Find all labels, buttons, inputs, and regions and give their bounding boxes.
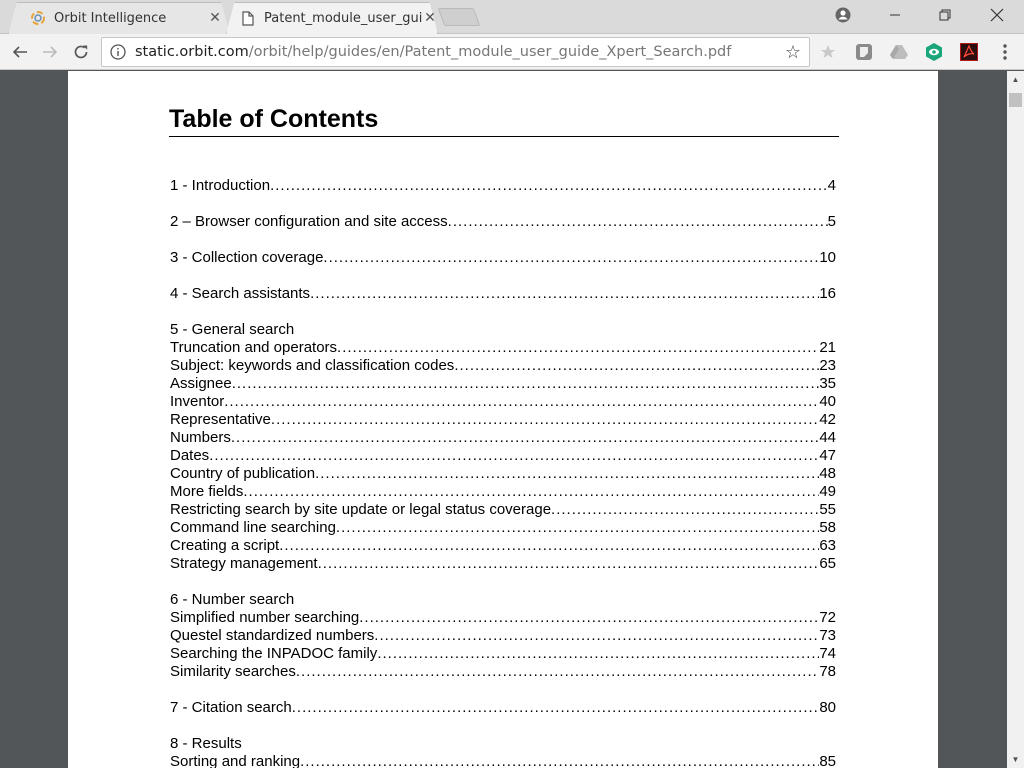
toc-entry[interactable]: Dates47 <box>170 447 836 465</box>
google-drive-icon[interactable] <box>889 42 909 62</box>
address-bar[interactable]: static.orbit.com/orbit/help/guides/en/Pa… <box>101 37 810 67</box>
bookmark-manager-star-icon[interactable] <box>818 42 838 62</box>
browser-menu-icon[interactable] <box>995 42 1015 62</box>
document-icon <box>240 10 256 26</box>
toc-entry[interactable]: Assignee 35 <box>170 375 836 393</box>
toc-title: Table of Contents <box>169 104 839 137</box>
scroll-down-arrow-icon[interactable]: ▼ <box>1007 751 1024 768</box>
toc-entry[interactable]: Numbers44 <box>170 429 836 447</box>
tab-close-icon[interactable]: ✕ <box>207 10 223 26</box>
browser-toolbar: static.orbit.com/orbit/help/guides/en/Pa… <box>0 34 1024 70</box>
eye-extension-icon[interactable] <box>924 42 944 62</box>
toc-entry[interactable]: Creating a script 63 <box>170 537 836 555</box>
orbit-favicon-icon <box>30 10 46 26</box>
profile-icon[interactable] <box>820 0 866 30</box>
back-button[interactable] <box>6 38 34 66</box>
toc-section-heading: 8 - Results <box>170 735 242 752</box>
tab-title: Patent_module_user_guic <box>264 10 422 26</box>
vertical-scrollbar[interactable]: ▲ ▼ <box>1007 71 1024 768</box>
bookmark-star-icon[interactable]: ☆ <box>783 42 803 63</box>
toc-entry[interactable]: 4 - Search assistants16 <box>170 285 836 303</box>
toc-entry[interactable]: Similarity searches78 <box>170 663 836 681</box>
toc-entry[interactable]: 2 – Browser configuration and site acces… <box>170 213 836 231</box>
toc-entry[interactable]: 7 - Citation search 80 <box>170 699 836 717</box>
toc-entry[interactable]: Strategy management 65 <box>170 555 836 573</box>
toc-entry[interactable]: More fields 49 <box>170 483 836 501</box>
toc-entry[interactable]: Searching the INPADOC family74 <box>170 645 836 663</box>
toc-section-heading: 6 - Number search <box>170 591 295 608</box>
extension-gray-icon[interactable] <box>854 42 874 62</box>
tab-close-icon[interactable]: ✕ <box>422 10 438 26</box>
toc-entry[interactable]: Inventor 40 <box>170 393 836 411</box>
url-path: /orbit/help/guides/en/Patent_module_user… <box>248 44 732 60</box>
pdf-page: Table of Contents 1 - Introduction 4 2 –… <box>68 71 938 768</box>
restore-icon[interactable] <box>922 0 968 30</box>
toc-entry[interactable]: Sorting and ranking85 <box>170 753 836 768</box>
forward-button[interactable] <box>36 38 64 66</box>
toc-entry[interactable]: Representative 42 <box>170 411 836 429</box>
close-window-icon[interactable] <box>974 0 1020 30</box>
toc-section-heading: 5 - General search <box>170 321 295 338</box>
toc-entry[interactable]: Truncation and operators 21 <box>170 339 836 357</box>
toc-entry[interactable]: 1 - Introduction 4 <box>170 177 836 195</box>
tab-orbit-intelligence[interactable]: Orbit Intelligence ✕ <box>8 2 230 34</box>
minimize-icon[interactable] <box>872 0 918 30</box>
toc-entry[interactable]: 3 - Collection coverage 10 <box>170 249 836 267</box>
toc-entry[interactable]: Command line searching 58 <box>170 519 836 537</box>
scroll-up-arrow-icon[interactable]: ▲ <box>1007 71 1024 88</box>
tab-patent-guide[interactable]: Patent_module_user_guic ✕ <box>226 2 438 34</box>
tab-strip: Orbit Intelligence ✕ Patent_module_user_… <box>0 0 1024 34</box>
acrobat-icon[interactable] <box>959 42 979 62</box>
info-icon[interactable] <box>109 43 127 61</box>
new-tab-button[interactable] <box>437 8 481 26</box>
toc-entry[interactable]: Subject: keywords and classification cod… <box>170 357 836 375</box>
toc-entry[interactable]: Questel standardized numbers73 <box>170 627 836 645</box>
toc-entry[interactable]: Country of publication48 <box>170 465 836 483</box>
url-host: static.orbit.com <box>135 44 249 60</box>
toc-entry[interactable]: Simplified number searching72 <box>170 609 836 627</box>
pdf-viewer[interactable]: Table of Contents 1 - Introduction 4 2 –… <box>0 71 1007 768</box>
toc-entry[interactable]: Restricting search by site update or leg… <box>170 501 836 519</box>
reload-button[interactable] <box>67 38 95 66</box>
tab-title: Orbit Intelligence <box>54 10 167 26</box>
scrollbar-thumb[interactable] <box>1009 93 1022 107</box>
